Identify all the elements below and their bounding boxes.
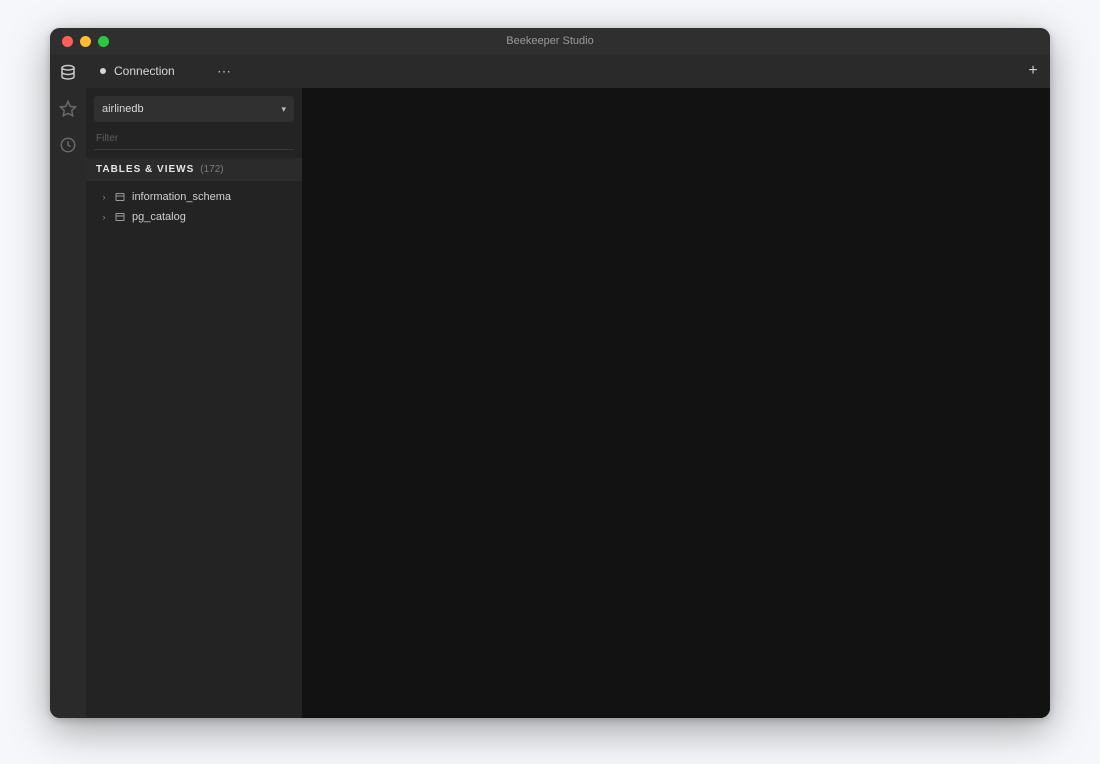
tables-section-header[interactable]: TABLES & VIEWS (172) xyxy=(86,158,302,181)
tables-section-count: (172) xyxy=(200,164,223,175)
tree: › information_schema › xyxy=(86,185,302,229)
star-icon[interactable] xyxy=(59,100,77,118)
filter-wrap xyxy=(94,128,294,150)
right-column: Connection ⋯ + airlinedb ▾ xyxy=(86,54,1050,718)
minimize-window-button[interactable] xyxy=(80,36,91,47)
window-title: Beekeeper Studio xyxy=(50,35,1050,47)
tables-section-label: TABLES & VIEWS xyxy=(96,164,194,175)
close-window-button[interactable] xyxy=(62,36,73,47)
tab-connection[interactable]: Connection ⋯ xyxy=(86,54,246,88)
titlebar: Beekeeper Studio xyxy=(50,28,1050,54)
tab-menu-button[interactable]: ⋯ xyxy=(217,63,232,80)
database-selector-value: airlinedb xyxy=(102,103,144,115)
tab-dirty-indicator xyxy=(100,68,106,74)
chevron-down-icon: ▾ xyxy=(281,104,286,115)
chevron-right-icon: › xyxy=(100,192,108,202)
app-window: Beekeeper Studio xyxy=(50,28,1050,718)
tree-item-label: information_schema xyxy=(132,191,294,203)
tree-item-pg-catalog[interactable]: › pg_catalog xyxy=(86,207,302,227)
tab-bar: Connection ⋯ + xyxy=(86,54,1050,88)
database-icon[interactable] xyxy=(59,64,77,82)
app-body: Connection ⋯ + airlinedb ▾ xyxy=(50,54,1050,718)
new-tab-button[interactable]: + xyxy=(1016,54,1050,88)
database-selector[interactable]: airlinedb ▾ xyxy=(94,96,294,122)
editor-area xyxy=(302,88,1050,718)
history-icon[interactable] xyxy=(59,136,77,154)
window-controls xyxy=(50,36,109,47)
activity-rail xyxy=(50,54,86,718)
lower-area: airlinedb ▾ TABLES & VIEWS (172) › xyxy=(86,88,1050,718)
chevron-right-icon: › xyxy=(100,212,108,222)
tab-label: Connection xyxy=(114,64,209,78)
schema-icon xyxy=(114,191,126,203)
tree-item-label: pg_catalog xyxy=(132,211,294,223)
filter-input[interactable] xyxy=(94,128,294,150)
schema-icon xyxy=(114,211,126,223)
zoom-window-button[interactable] xyxy=(98,36,109,47)
sidebar: airlinedb ▾ TABLES & VIEWS (172) › xyxy=(86,88,302,718)
tree-item-information-schema[interactable]: › information_schema xyxy=(86,187,302,207)
tab-bar-spacer xyxy=(246,54,1016,88)
